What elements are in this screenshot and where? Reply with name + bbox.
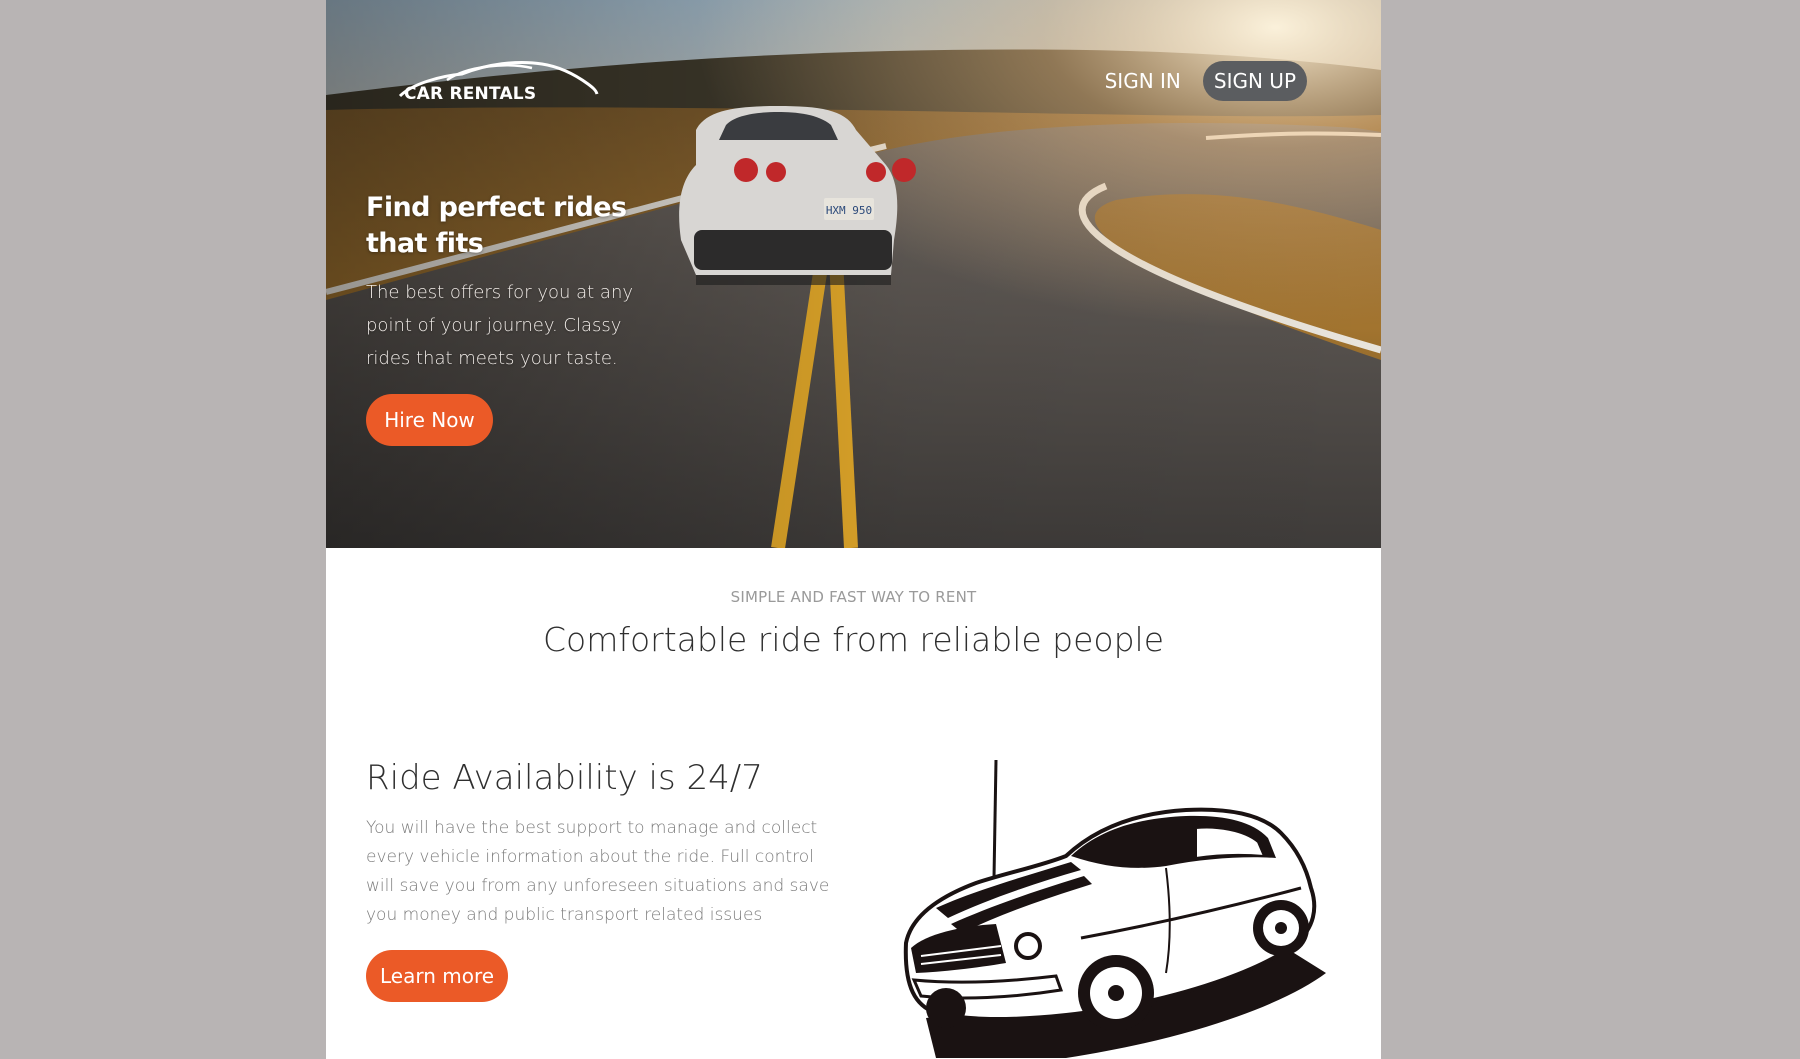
- feature-title: Ride Availability is 24/7: [366, 758, 763, 798]
- learn-more-button[interactable]: Learn more: [366, 950, 508, 1002]
- hero-title: Find perfect rides that fits: [366, 192, 627, 259]
- hero-section: HXM 950 CAR RENTALS SIGN IN SIGN UP Find…: [326, 0, 1381, 548]
- sign-in-link[interactable]: SIGN IN: [1105, 69, 1181, 93]
- section-eyebrow: SIMPLE AND FAST WAY TO RENT: [730, 588, 977, 606]
- sign-up-button[interactable]: SIGN UP: [1202, 61, 1307, 101]
- license-plate-text: HXM 950: [826, 204, 872, 217]
- section-title: Comfortable ride from reliable people: [542, 620, 1165, 659]
- hero-subtitle: The best offers for you at any point of …: [366, 282, 634, 369]
- logo-text[interactable]: CAR RENTALS: [404, 84, 536, 104]
- landing-page: HXM 950 CAR RENTALS SIGN IN SIGN UP Find…: [326, 0, 1381, 1059]
- sports-car-illustration: [903, 759, 1326, 1058]
- top-nav: SIGN IN SIGN UP: [1105, 61, 1307, 101]
- hire-now-button[interactable]: Hire Now: [366, 394, 493, 446]
- feature-description: You will have the best support to manage…: [366, 818, 830, 925]
